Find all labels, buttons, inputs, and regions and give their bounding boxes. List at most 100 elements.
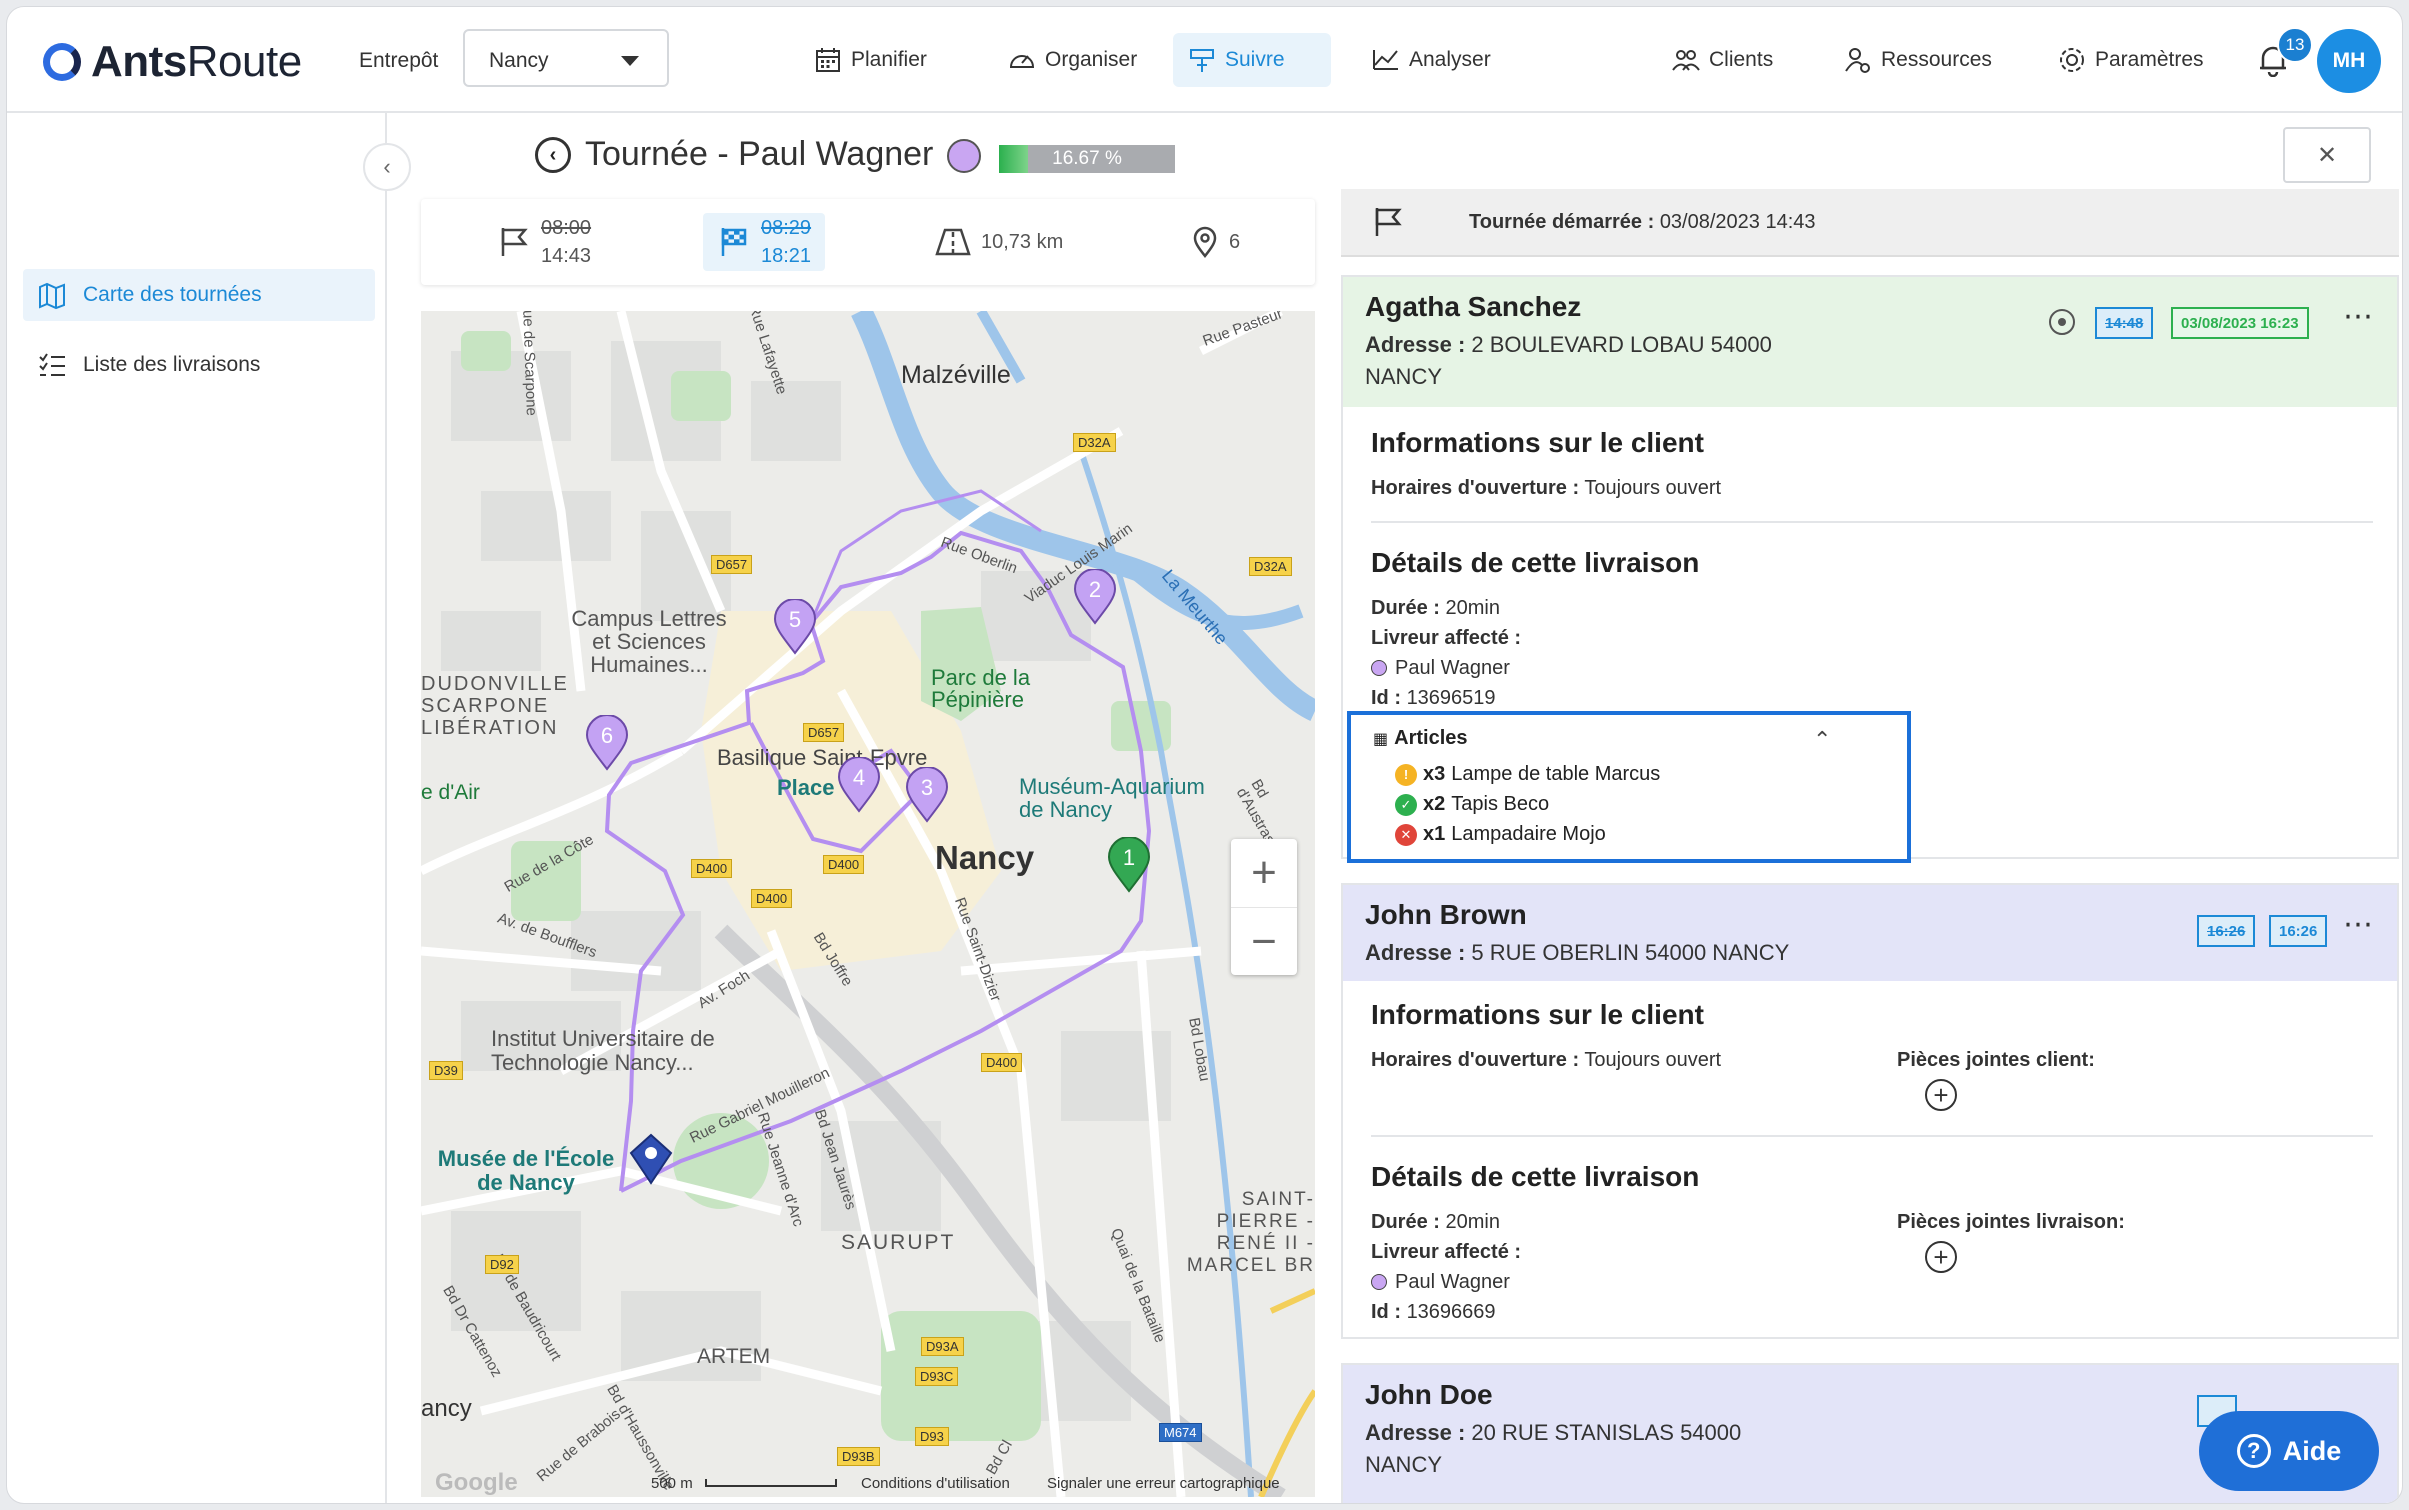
back-button[interactable]: ‹ xyxy=(535,137,571,173)
end-planned: 08:29 xyxy=(761,217,812,239)
google-logo: Google xyxy=(435,1469,518,1496)
calendar-icon xyxy=(816,48,840,72)
logo-bold: Ants xyxy=(91,37,187,86)
articles-header[interactable]: ▦ Articles xyxy=(1373,727,1468,750)
delivery-header[interactable]: John Brown Adresse : 5 RUE OBERLIN 54000… xyxy=(1343,885,2397,981)
stop-marker-2[interactable]: 2 xyxy=(1073,569,1117,625)
nav-parametres[interactable]: Paramètres xyxy=(2043,33,2218,87)
nav-label: Analyser xyxy=(1409,48,1491,71)
start-actual: 14:43 xyxy=(541,245,592,267)
logo-light: Route xyxy=(186,37,302,86)
nav-ressources[interactable]: Ressources xyxy=(1829,33,2006,87)
delivery-id: Id : 13696519 xyxy=(1371,687,1496,709)
stop-marker-6[interactable]: 6 xyxy=(585,715,629,771)
route-map[interactable]: Malzéville Nancy Parc de la Pépinière Ca… xyxy=(421,311,1315,1497)
warehouse-label: Entrepôt xyxy=(359,49,439,72)
help-button[interactable]: ? Aide xyxy=(2199,1411,2379,1491)
map-label-dudonville: DUDONVILLE SCARPONE LIBÉRATION xyxy=(421,673,569,739)
map-label-saurupt: SAURUPT xyxy=(841,1231,956,1254)
chevron-left-icon: ‹ xyxy=(549,143,557,166)
terms-link[interactable]: Conditions d'utilisation xyxy=(861,1475,1010,1492)
road-shield: M674 xyxy=(1159,1423,1202,1442)
warehouse-select[interactable]: Nancy xyxy=(463,29,669,87)
road-shield: D657 xyxy=(711,555,753,574)
road-shield: D93A xyxy=(921,1337,964,1356)
stop-marker-5[interactable]: 5 xyxy=(773,599,817,655)
tour-title: Tournée - Paul Wagner xyxy=(585,135,934,173)
users-icon xyxy=(1672,50,1700,71)
user-avatar[interactable]: MH xyxy=(2317,29,2381,93)
depot-marker[interactable] xyxy=(629,1133,673,1185)
eta-badge: 16:26 xyxy=(2269,915,2328,947)
notification-count-badge: 13 xyxy=(2277,27,2313,63)
stop-marker-3[interactable]: 3 xyxy=(905,767,949,823)
zoom-out-button[interactable]: − xyxy=(1231,907,1297,975)
checklist-icon xyxy=(39,353,65,376)
map-scale-bar xyxy=(705,1479,837,1487)
delivery-card-john-brown: John Brown Adresse : 5 RUE OBERLIN 54000… xyxy=(1341,883,2399,1339)
close-icon: ✕ xyxy=(2316,141,2338,169)
articles-section[interactable]: ▦ Articles ⌃ ! x3 Lampe de table Marcus ✓ … xyxy=(1347,711,1911,863)
nav-organiser[interactable]: Organiser xyxy=(993,33,1151,87)
sidebar-item-liste[interactable]: Liste des livraisons xyxy=(23,339,375,391)
nav-analyser[interactable]: Analyser xyxy=(1357,33,1505,87)
client-attachments-label: Pièces jointes client: xyxy=(1897,1049,2095,1071)
delivery-attachments-label: Pièces jointes livraison: xyxy=(1897,1211,2125,1233)
map-label-air: e d'Air xyxy=(421,781,480,804)
road-shield: D400 xyxy=(691,859,733,878)
address-line1: 5 RUE OBERLIN 54000 NANCY xyxy=(1471,940,1790,965)
road-icon xyxy=(935,228,971,256)
map-label-iut: Institut Universitaire de Technologie Na… xyxy=(491,1026,715,1075)
warning-status-icon: ! xyxy=(1395,763,1417,786)
zoom-in-button[interactable]: + xyxy=(1231,839,1297,907)
target-icon xyxy=(2049,309,2075,335)
divider xyxy=(1371,1135,2373,1137)
article-row: ! x3 Lampe de table Marcus xyxy=(1395,763,1660,786)
client-info-title: Informations sur le client xyxy=(1371,999,1704,1030)
caret-down-icon xyxy=(621,56,639,66)
nav-label: Clients xyxy=(1709,48,1774,71)
stop-number: 2 xyxy=(1088,577,1102,602)
tour-stats-bar: 08:00 14:43 08:29 18:21 10,73 km 6 xyxy=(421,199,1315,285)
progress-label: 16.67 % xyxy=(1052,148,1122,169)
stop-marker-1[interactable]: 1 xyxy=(1107,837,1151,893)
collapse-sidebar-button[interactable]: ‹ xyxy=(363,143,411,191)
stops-count: 6 xyxy=(1229,230,1241,253)
map-scale-label: 500 m xyxy=(651,1475,693,1492)
nav-suivre[interactable]: Suivre xyxy=(1173,33,1331,87)
road-shield: D93B xyxy=(837,1447,880,1466)
finish-flag-icon xyxy=(721,228,747,256)
end-actual: 18:21 xyxy=(761,245,812,267)
sidebar-item-carte[interactable]: Carte des tournées xyxy=(23,269,375,321)
add-client-attachment-button[interactable]: + xyxy=(1925,1079,1957,1111)
delivery-header[interactable]: Agatha Sanchez Adresse : 2 BOULEVARD LOB… xyxy=(1343,277,2397,407)
help-icon: ? xyxy=(2236,1434,2271,1468)
antsroute-logo[interactable]: AntsRoute xyxy=(43,37,302,87)
stop-marker-4[interactable]: 4 xyxy=(837,757,881,813)
more-options-button[interactable]: ⋯ xyxy=(2343,299,2375,334)
chevron-left-icon: ‹ xyxy=(383,154,391,179)
map-label-parc-pepiniere: Parc de la Pépinière xyxy=(931,665,1031,712)
delivery-id: Id : 13696669 xyxy=(1371,1301,1496,1323)
map-label-musee-ecole: Musée de l'École de Nancy xyxy=(437,1146,615,1195)
more-options-button[interactable]: ⋯ xyxy=(2343,907,2375,942)
gear-icon xyxy=(2060,48,2084,72)
top-navigation: AntsRoute Entrepôt Nancy Planifier Organ… xyxy=(7,7,2402,113)
address-line1: 20 RUE STANISLAS 54000 xyxy=(1471,1420,1742,1445)
signpost-icon xyxy=(1190,49,1214,72)
opening-hours: Horaires d'ouverture : Toujours ouvert xyxy=(1371,477,1722,499)
road-shield: D400 xyxy=(751,889,793,908)
chevron-up-icon[interactable]: ⌃ xyxy=(1813,727,1831,753)
add-delivery-attachment-button[interactable]: + xyxy=(1925,1241,1957,1273)
nav-clients[interactable]: Clients xyxy=(1657,33,1787,87)
stop-number: 1 xyxy=(1122,845,1136,870)
road-shield: D32A xyxy=(1249,557,1292,576)
check-status-icon: ✓ xyxy=(1395,793,1417,816)
report-error-link[interactable]: Signaler une erreur cartographique xyxy=(1047,1475,1280,1492)
nav-planifier[interactable]: Planifier xyxy=(799,33,941,87)
warehouse-value: Nancy xyxy=(489,49,549,72)
tour-started-value: 03/08/2023 14:43 xyxy=(1659,211,1816,233)
tour-started-banner: Tournée démarrée : 03/08/2023 14:43 xyxy=(1341,189,2399,257)
close-button[interactable]: ✕ xyxy=(2283,127,2371,183)
nav-label: Paramètres xyxy=(2095,48,2204,71)
